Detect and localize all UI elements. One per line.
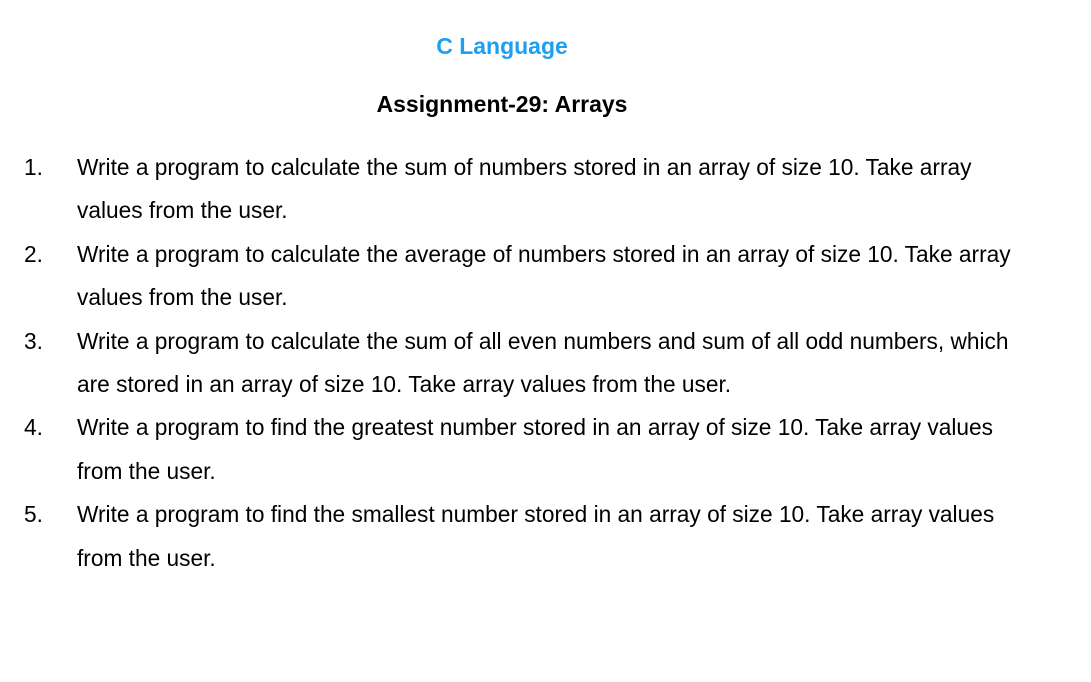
question-item: 3. Write a program to calculate the sum … xyxy=(0,320,1091,407)
question-item: 1. Write a program to calculate the sum … xyxy=(0,146,1091,233)
question-list: 1. Write a program to calculate the sum … xyxy=(0,146,1091,580)
question-number: 2. xyxy=(24,240,43,267)
question-number: 1. xyxy=(24,154,43,180)
question-item: 2. Write a program to calculate the aver… xyxy=(0,233,1091,320)
question-number: 3. xyxy=(24,327,43,354)
question-text: Write a program to calculate the sum of … xyxy=(77,327,1009,398)
question-item: 4. Write a program to find the greatest … xyxy=(0,406,1091,493)
assignment-title: Assignment-29: Arrays xyxy=(376,91,628,117)
course-title: C Language xyxy=(436,33,568,59)
question-text: Write a program to find the smallest num… xyxy=(77,501,995,571)
question-number: 4. xyxy=(24,414,43,441)
question-item: 5. Write a program to find the smallest … xyxy=(0,493,1091,580)
question-number: 5. xyxy=(24,501,43,528)
question-text: Write a program to find the greatest num… xyxy=(77,414,993,484)
question-text: Write a program to calculate the average… xyxy=(77,240,1011,311)
question-text: Write a program to calculate the sum of … xyxy=(77,154,972,224)
